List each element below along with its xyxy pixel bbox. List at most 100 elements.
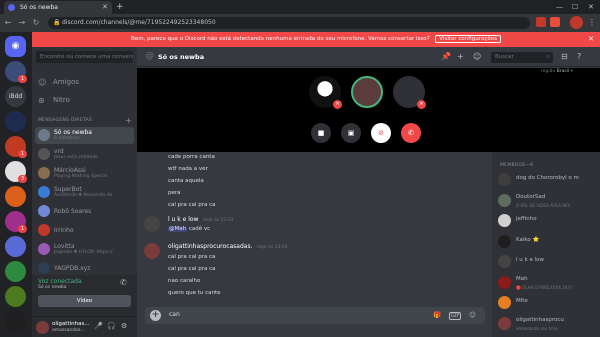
message-header: oligattinhasprocurocasadas. Hoje às 13:34	[168, 243, 288, 250]
mention-badge: 1	[18, 150, 27, 158]
close-tab-icon[interactable]: ✕	[102, 1, 108, 14]
address-bar[interactable]: 🔒 discord.com/channels/@me/7195224925233…	[48, 17, 530, 29]
server-icon[interactable]	[5, 186, 26, 207]
extension-icon[interactable]	[536, 17, 546, 27]
minimize-icon[interactable]: —	[556, 0, 563, 14]
dm-search-input[interactable]: Encontre ou comece uma conversa	[36, 51, 133, 63]
new-tab-button[interactable]: +	[116, 0, 124, 14]
message-composer[interactable]: + can 🎁 GIF ☺	[145, 307, 485, 324]
search-placeholder: Buscar	[495, 54, 514, 60]
dm-item[interactable]: Só os newba 8 membros	[35, 127, 134, 144]
help-icon[interactable]: ?	[577, 52, 581, 61]
close-notice-icon[interactable]: ✕	[588, 32, 594, 47]
mic-muted-icon[interactable]: 🎤	[94, 322, 103, 330]
member-activity: amassando seu time	[516, 325, 558, 331]
settings-gear-icon[interactable]: ⚙	[121, 322, 127, 330]
member-item[interactable]: dog do Chororobyl o m	[496, 170, 598, 190]
visit-settings-button[interactable]: Visitar configurações	[435, 35, 501, 43]
browser-menu-icon[interactable]: ⋮	[588, 16, 596, 29]
call-participant-avatar[interactable]: ✕	[393, 76, 426, 109]
member-item[interactable]: Mlto	[496, 293, 598, 313]
member-item[interactable]: Mah 🔴 OLHA O PIXELXXXX 1K!!!	[496, 273, 598, 293]
dm-header: MENSAGENS DIRETAS +	[38, 116, 132, 125]
dm-subtext: Jesus está voltando	[54, 155, 98, 160]
tab-title: Só os newba	[20, 4, 58, 11]
nav-friends[interactable]: ☺ Amigos	[38, 75, 79, 89]
message-line: canta aquela	[168, 178, 204, 184]
emoji-icon[interactable]: ☺	[469, 311, 476, 319]
nav-friends-label: Amigos	[53, 78, 79, 86]
user-mention[interactable]: @Mah	[168, 226, 188, 232]
dm-avatar	[38, 224, 50, 236]
mute-mic-button[interactable]: ⊘	[371, 123, 391, 143]
author-name[interactable]: l u k e low	[168, 216, 199, 223]
member-avatar	[498, 173, 511, 186]
timestamp: Hoje às 13:33	[202, 218, 234, 223]
discord-home-icon[interactable]: ◉	[5, 36, 26, 57]
server-icon[interactable]	[5, 236, 26, 257]
voice-connection-panel: Voz conectada Só os newba ✆ Vídeo	[32, 275, 137, 317]
dm-name: SuperBot	[54, 186, 82, 193]
video-button[interactable]: Vídeo	[38, 295, 131, 307]
message-line: cal pra cal pra ca	[168, 266, 216, 272]
call-participant-avatar[interactable]	[351, 76, 383, 108]
upload-icon[interactable]: +	[150, 310, 161, 321]
dm-avatar	[38, 167, 50, 179]
dm-item[interactable]: vrd Jesus está voltando	[35, 146, 134, 163]
dm-item[interactable]: Lovitta Jogando ✚ HYLOX: https://	[35, 241, 134, 258]
browser-tab[interactable]: Só os newba ✕	[4, 1, 112, 14]
composer-text[interactable]: can	[169, 311, 180, 318]
member-item[interactable]: jeffinho	[496, 211, 598, 231]
member-name: dog do Chororobyl o m	[516, 175, 579, 181]
call-participant-avatar[interactable]: ✕	[309, 76, 342, 109]
close-window-icon[interactable]: ✕	[588, 0, 594, 14]
server-icon[interactable]	[5, 311, 26, 332]
screen-share-button[interactable]: ▣	[341, 123, 361, 143]
author-avatar[interactable]	[144, 243, 160, 259]
inbox-icon[interactable]: ⊟	[561, 52, 568, 61]
add-friend-icon[interactable]: +	[457, 52, 464, 61]
leave-call-button[interactable]: ✆	[401, 123, 421, 143]
browser-toolbar: ← → ↻ 🔒 discord.com/channels/@me/7195224…	[0, 14, 600, 32]
nav-nitro[interactable]: ⊛ Nitro	[38, 93, 70, 107]
member-item[interactable]: DoutorSad O XRL DE VIDEO AULA VEY..	[496, 191, 598, 211]
server-icon[interactable]: iBdd	[5, 86, 26, 107]
dm-name: Lovitta	[54, 243, 75, 250]
server-icon[interactable]	[5, 286, 26, 307]
author-name[interactable]: oligattinhasprocurocasadas.	[168, 243, 253, 250]
maximize-icon[interactable]: ☐	[572, 0, 578, 14]
member-item[interactable]: oligattinhasprocu amassando seu time	[496, 314, 598, 334]
dm-name: Robô Soares	[54, 208, 92, 215]
author-avatar[interactable]	[144, 216, 160, 232]
create-dm-icon[interactable]: +	[125, 116, 132, 125]
reload-icon[interactable]: ↻	[31, 17, 41, 29]
back-icon[interactable]: ←	[3, 17, 13, 29]
dm-item[interactable]: Robô Soares	[35, 203, 134, 220]
member-item[interactable]: Kaiko ⭐	[496, 232, 598, 252]
gift-icon[interactable]: 🎁	[433, 311, 441, 319]
profile-avatar[interactable]	[570, 16, 583, 29]
member-item[interactable]: l u k e low	[496, 252, 598, 272]
camera-button[interactable]: ■	[311, 123, 331, 143]
mention-badge: 3	[18, 175, 27, 183]
extension-icon[interactable]	[550, 17, 560, 27]
mention-badge: 1	[18, 225, 27, 233]
voice-channel[interactable]: Só os newba	[38, 285, 66, 290]
forward-icon[interactable]: →	[17, 17, 27, 29]
headphones-icon[interactable]: 🎧	[107, 322, 116, 330]
disconnect-icon[interactable]: ✆	[120, 278, 127, 287]
browser-tabstrip: Só os newba ✕ + — ☐ ✕	[0, 0, 600, 14]
user-avatar[interactable]	[36, 321, 49, 334]
members-icon[interactable]: ☺	[473, 52, 481, 61]
dm-item[interactable]: MárcioAssi Playing Nothing Special	[35, 165, 134, 182]
member-activity: 🔴 OLHA O PIXELXXXX 1K!!!	[516, 284, 573, 290]
member-avatar	[498, 234, 511, 248]
gif-icon[interactable]: GIF	[449, 312, 462, 320]
dm-item[interactable]: SuperBot Assistindo ✚ Necessita de	[35, 184, 134, 201]
server-icon[interactable]	[5, 261, 26, 282]
pin-icon[interactable]: 📌	[441, 52, 451, 61]
region-selector[interactable]: região Brasil ▾	[541, 69, 573, 74]
search-input[interactable]: Buscar ⌕	[491, 52, 553, 63]
server-icon[interactable]	[5, 111, 26, 132]
dm-item[interactable]: Irrinho	[35, 222, 134, 239]
